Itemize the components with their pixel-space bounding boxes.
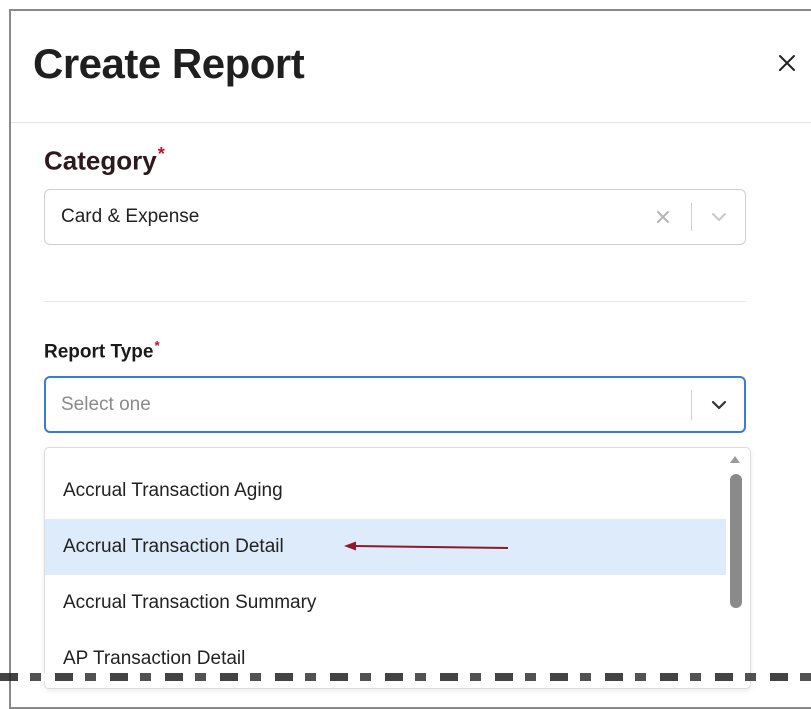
modal-header: Create Report bbox=[11, 11, 811, 123]
category-select[interactable]: Card & Expense bbox=[44, 189, 746, 245]
required-mark: * bbox=[154, 338, 160, 353]
report-type-label: Report Type* bbox=[44, 338, 160, 363]
select-separator bbox=[691, 390, 692, 420]
scrollbar-thumb[interactable] bbox=[730, 474, 742, 608]
report-type-menu: Accrual Transaction Aging Accrual Transa… bbox=[44, 447, 751, 689]
menu-option[interactable]: Accrual Transaction Summary bbox=[45, 575, 726, 631]
annotation-arrow-icon bbox=[344, 541, 509, 551]
option-label: Accrual Transaction Summary bbox=[63, 592, 317, 613]
menu-option[interactable]: Accrual Transaction Aging bbox=[45, 463, 726, 519]
partial-overlay-strip bbox=[0, 673, 811, 681]
category-dropdown-toggle[interactable] bbox=[709, 207, 729, 227]
close-icon bbox=[779, 55, 795, 71]
option-label: AP Transaction Detail bbox=[63, 648, 246, 669]
option-label: Accrual Transaction Detail bbox=[63, 536, 284, 557]
chevron-down-icon bbox=[711, 400, 727, 409]
category-value: Card & Expense bbox=[61, 206, 200, 227]
category-label: Category* bbox=[44, 144, 165, 177]
chevron-down-icon bbox=[712, 213, 726, 221]
required-mark: * bbox=[157, 144, 165, 164]
report-type-placeholder: Select one bbox=[61, 393, 151, 415]
report-type-select[interactable]: Select one bbox=[44, 376, 746, 433]
close-button[interactable] bbox=[771, 47, 803, 79]
category-label-text: Category bbox=[44, 145, 157, 176]
clear-x-icon bbox=[657, 211, 669, 223]
clear-category-button[interactable] bbox=[653, 207, 673, 227]
modal-title: Create Report bbox=[33, 40, 305, 87]
option-label: Accrual Transaction Aging bbox=[63, 480, 283, 501]
scroll-up-arrow-icon[interactable] bbox=[729, 453, 741, 465]
select-separator bbox=[691, 203, 692, 231]
report-type-dropdown-toggle[interactable] bbox=[709, 395, 729, 415]
report-type-label-text: Report Type bbox=[44, 341, 154, 363]
section-divider bbox=[44, 301, 746, 302]
